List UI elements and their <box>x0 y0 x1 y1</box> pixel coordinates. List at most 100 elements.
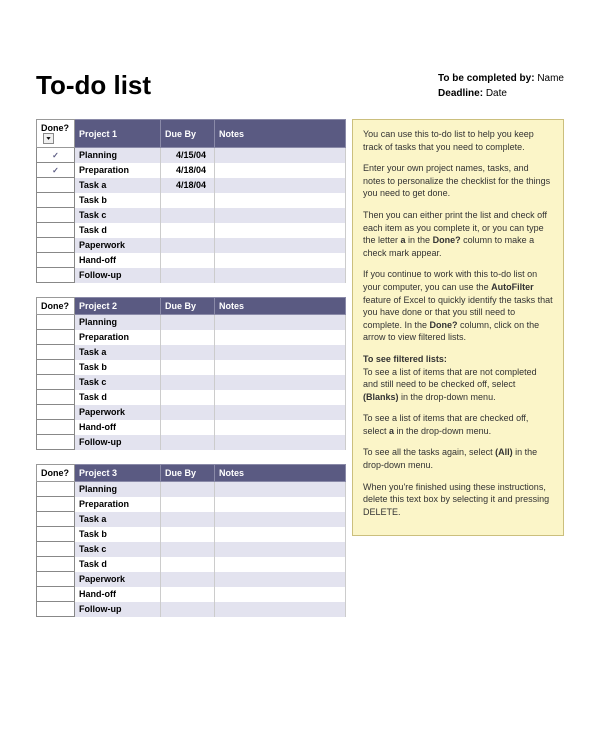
task-cell[interactable]: Task a <box>75 512 161 527</box>
due-cell[interactable] <box>161 497 215 512</box>
notes-cell[interactable] <box>215 420 346 435</box>
done-cell[interactable] <box>37 542 75 557</box>
due-cell[interactable] <box>161 542 215 557</box>
notes-cell[interactable] <box>215 193 346 208</box>
done-cell[interactable] <box>37 587 75 602</box>
notes-cell[interactable] <box>215 148 346 163</box>
done-cell[interactable] <box>37 193 75 208</box>
task-cell[interactable]: Preparation <box>75 497 161 512</box>
notes-cell[interactable] <box>215 223 346 238</box>
due-cell[interactable] <box>161 345 215 360</box>
due-cell[interactable] <box>161 330 215 345</box>
task-cell[interactable]: Task a <box>75 345 161 360</box>
notes-cell[interactable] <box>215 587 346 602</box>
notes-cell[interactable] <box>215 238 346 253</box>
due-cell[interactable] <box>161 527 215 542</box>
notes-cell[interactable] <box>215 527 346 542</box>
done-cell[interactable] <box>37 527 75 542</box>
due-cell[interactable]: 4/18/04 <box>161 178 215 193</box>
task-cell[interactable]: Preparation <box>75 330 161 345</box>
due-cell[interactable] <box>161 315 215 330</box>
done-cell[interactable] <box>37 178 75 193</box>
task-cell[interactable]: Paperwork <box>75 238 161 253</box>
notes-cell[interactable] <box>215 390 346 405</box>
notes-cell[interactable] <box>215 602 346 617</box>
task-cell[interactable]: Task d <box>75 223 161 238</box>
due-cell[interactable] <box>161 587 215 602</box>
done-cell[interactable]: ✓ <box>37 163 75 178</box>
task-cell[interactable]: Task a <box>75 178 161 193</box>
notes-cell[interactable] <box>215 435 346 450</box>
task-cell[interactable]: Hand-off <box>75 420 161 435</box>
due-cell[interactable] <box>161 238 215 253</box>
due-cell[interactable] <box>161 390 215 405</box>
due-cell[interactable] <box>161 435 215 450</box>
done-cell[interactable] <box>37 602 75 617</box>
task-cell[interactable]: Task d <box>75 557 161 572</box>
notes-cell[interactable] <box>215 375 346 390</box>
notes-cell[interactable] <box>215 360 346 375</box>
notes-cell[interactable] <box>215 572 346 587</box>
done-cell[interactable] <box>37 238 75 253</box>
done-cell[interactable] <box>37 330 75 345</box>
task-cell[interactable]: Task c <box>75 542 161 557</box>
notes-cell[interactable] <box>215 330 346 345</box>
due-cell[interactable]: 4/15/04 <box>161 148 215 163</box>
due-cell[interactable] <box>161 208 215 223</box>
task-cell[interactable]: Paperwork <box>75 405 161 420</box>
help-box[interactable]: You can use this to-do list to help you … <box>352 119 564 536</box>
done-cell[interactable] <box>37 208 75 223</box>
notes-cell[interactable] <box>215 208 346 223</box>
done-cell[interactable] <box>37 375 75 390</box>
col-done[interactable]: Done? <box>37 120 75 148</box>
done-cell[interactable] <box>37 223 75 238</box>
notes-cell[interactable] <box>215 482 346 497</box>
due-cell[interactable] <box>161 360 215 375</box>
due-cell[interactable] <box>161 482 215 497</box>
due-cell[interactable] <box>161 557 215 572</box>
task-cell[interactable]: Follow-up <box>75 268 161 283</box>
task-cell[interactable]: Task b <box>75 527 161 542</box>
done-cell[interactable] <box>37 572 75 587</box>
notes-cell[interactable] <box>215 178 346 193</box>
due-cell[interactable]: 4/18/04 <box>161 163 215 178</box>
task-cell[interactable]: Paperwork <box>75 572 161 587</box>
task-cell[interactable]: Planning <box>75 482 161 497</box>
done-cell[interactable] <box>37 435 75 450</box>
notes-cell[interactable] <box>215 557 346 572</box>
task-cell[interactable]: Task b <box>75 193 161 208</box>
done-cell[interactable] <box>37 557 75 572</box>
notes-cell[interactable] <box>215 512 346 527</box>
notes-cell[interactable] <box>215 542 346 557</box>
task-cell[interactable]: Task c <box>75 208 161 223</box>
done-cell[interactable] <box>37 497 75 512</box>
due-cell[interactable] <box>161 512 215 527</box>
task-cell[interactable]: Hand-off <box>75 587 161 602</box>
done-cell[interactable] <box>37 268 75 283</box>
notes-cell[interactable] <box>215 315 346 330</box>
task-cell[interactable]: Task d <box>75 390 161 405</box>
notes-cell[interactable] <box>215 268 346 283</box>
task-cell[interactable]: Hand-off <box>75 253 161 268</box>
task-cell[interactable]: Planning <box>75 148 161 163</box>
due-cell[interactable] <box>161 420 215 435</box>
due-cell[interactable] <box>161 405 215 420</box>
task-cell[interactable]: Task b <box>75 360 161 375</box>
due-cell[interactable] <box>161 572 215 587</box>
done-cell[interactable] <box>37 360 75 375</box>
done-cell[interactable] <box>37 253 75 268</box>
notes-cell[interactable] <box>215 405 346 420</box>
done-cell[interactable] <box>37 512 75 527</box>
done-cell[interactable] <box>37 315 75 330</box>
done-cell[interactable]: ✓ <box>37 148 75 163</box>
notes-cell[interactable] <box>215 497 346 512</box>
filter-dropdown-icon[interactable] <box>43 133 54 144</box>
done-cell[interactable] <box>37 405 75 420</box>
task-cell[interactable]: Task c <box>75 375 161 390</box>
done-cell[interactable] <box>37 345 75 360</box>
due-cell[interactable] <box>161 223 215 238</box>
task-cell[interactable]: Follow-up <box>75 602 161 617</box>
done-cell[interactable] <box>37 390 75 405</box>
due-cell[interactable] <box>161 268 215 283</box>
done-cell[interactable] <box>37 420 75 435</box>
